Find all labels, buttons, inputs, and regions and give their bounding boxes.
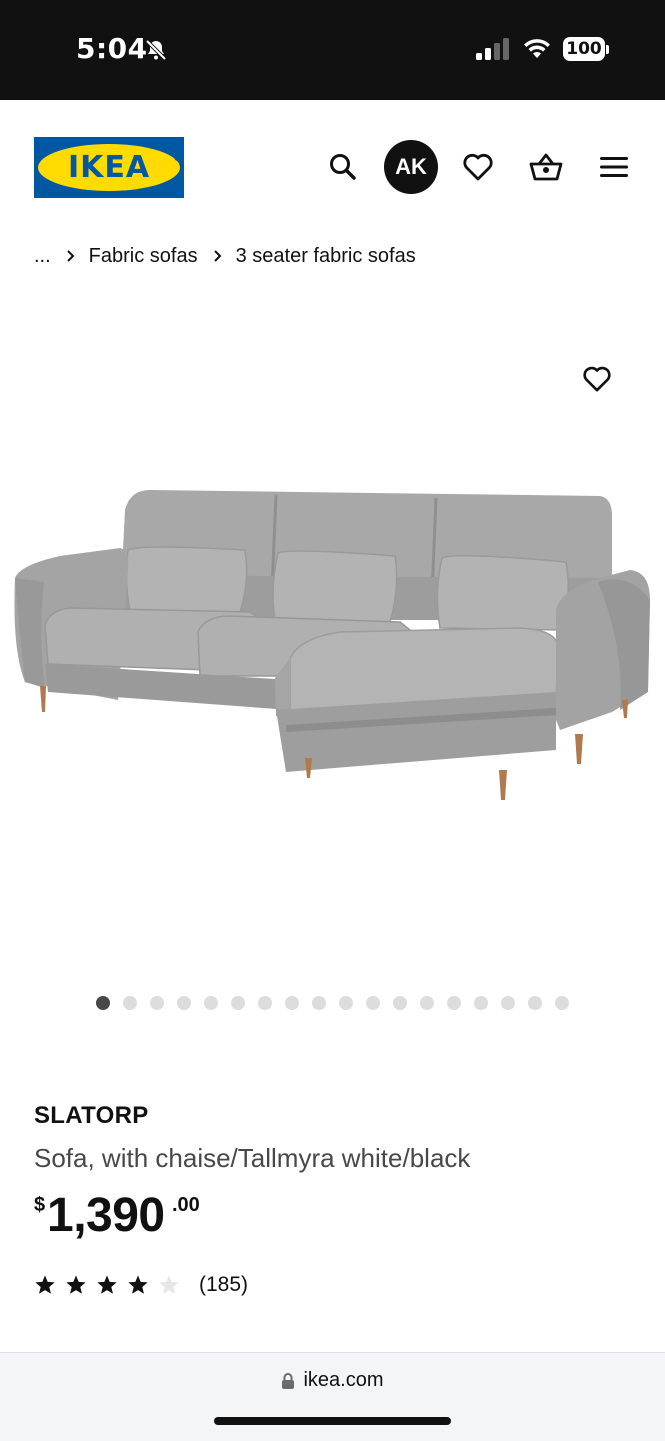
star-filled-icon	[97, 1275, 117, 1294]
gallery-dot[interactable]	[555, 996, 569, 1010]
gallery-dot[interactable]	[204, 996, 218, 1010]
cellular-signal-icon	[476, 38, 509, 60]
breadcrumb-3-seater-fabric-sofas[interactable]: 3 seater fabric sofas	[236, 245, 416, 268]
status-time: 5:04	[76, 32, 148, 65]
gallery-pagination	[96, 996, 569, 1010]
product-rating[interactable]: (185)	[34, 1273, 248, 1297]
product-description: Sofa, with chaise/Tallmyra white/black	[34, 1143, 471, 1173]
logo-registered-mark	[174, 153, 182, 161]
browser-url-bar[interactable]: ikea.com	[0, 1352, 665, 1441]
gallery-dot[interactable]	[258, 996, 272, 1010]
gallery-dot[interactable]	[312, 996, 326, 1010]
url-display[interactable]: ikea.com	[0, 1369, 665, 1392]
gallery-dot[interactable]	[231, 996, 245, 1010]
gallery-dot[interactable]	[528, 996, 542, 1010]
menu-button[interactable]	[587, 140, 641, 194]
logo-text: IKEA	[67, 150, 151, 185]
chevron-right-icon	[65, 249, 75, 263]
menu-icon	[600, 157, 628, 177]
muted-bell-icon	[145, 39, 167, 61]
search-icon	[330, 154, 356, 180]
breadcrumb-fabric-sofas[interactable]: Fabric sofas	[89, 245, 198, 268]
breadcrumb: ... Fabric sofas 3 seater fabric sofas	[34, 240, 416, 272]
price-decimal: .00	[172, 1194, 200, 1216]
price-main: 1,390	[47, 1189, 165, 1242]
gallery-dot[interactable]	[150, 996, 164, 1010]
gallery-dot[interactable]	[501, 996, 515, 1010]
product-image-sofa[interactable]	[0, 320, 665, 960]
gallery-dot[interactable]	[474, 996, 488, 1010]
product-name[interactable]: SLATORP	[34, 1102, 149, 1130]
heart-icon	[463, 153, 493, 181]
star-filled-icon	[128, 1275, 148, 1294]
battery-tip	[606, 45, 609, 54]
gallery-dot[interactable]	[177, 996, 191, 1010]
gallery-dot[interactable]	[420, 996, 434, 1010]
status-bar: 5:04 100	[0, 0, 665, 100]
gallery-dot[interactable]	[339, 996, 353, 1010]
price-currency: $	[34, 1194, 46, 1216]
star-filled-icon	[35, 1275, 55, 1294]
gallery-dot[interactable]	[123, 996, 137, 1010]
star-filled-icon	[66, 1275, 86, 1294]
favourites-button[interactable]	[451, 140, 505, 194]
chevron-right-icon	[212, 249, 222, 263]
site-header: IKEA AK	[0, 100, 665, 220]
user-avatar-button[interactable]: AK	[384, 140, 438, 194]
star-empty-icon	[159, 1275, 179, 1294]
rating-stars	[34, 1274, 189, 1296]
gallery-dot[interactable]	[366, 996, 380, 1010]
review-count[interactable]: (185)	[199, 1273, 248, 1297]
shopping-bag-button[interactable]	[519, 140, 573, 194]
gallery-dot[interactable]	[393, 996, 407, 1010]
wifi-icon	[524, 39, 550, 58]
home-indicator	[214, 1417, 451, 1425]
breadcrumb-ellipsis[interactable]: ...	[34, 245, 51, 268]
gallery-dot[interactable]	[285, 996, 299, 1010]
gallery-dot[interactable]	[96, 996, 110, 1010]
gallery-dot[interactable]	[447, 996, 461, 1010]
heart-icon	[583, 366, 611, 392]
ikea-logo[interactable]: IKEA	[34, 137, 184, 198]
url-text: ikea.com	[303, 1369, 384, 1391]
search-button[interactable]	[316, 140, 370, 194]
lock-icon	[282, 1372, 295, 1389]
battery-indicator: 100	[563, 37, 605, 61]
shopping-basket-icon	[529, 153, 563, 181]
product-favourite-button[interactable]	[574, 356, 620, 402]
